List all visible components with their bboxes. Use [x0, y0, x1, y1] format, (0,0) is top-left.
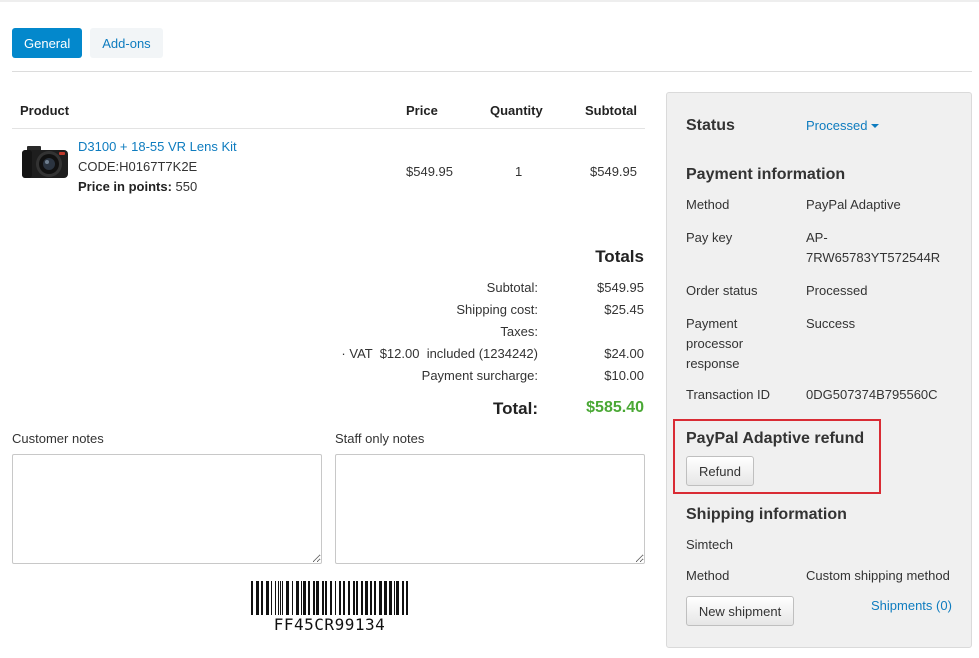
product-name-link[interactable]: D3100 + 18-55 VR Lens Kit — [78, 139, 237, 154]
subtotal-label: Subtotal: — [486, 280, 538, 295]
staff-notes-textarea[interactable] — [335, 454, 645, 564]
shipping-company: Simtech — [686, 537, 733, 552]
processor-response-label: Payment processor response — [686, 314, 743, 374]
vat-label: · VAT $12.00 included (1234242) — [341, 346, 538, 361]
payment-method-value: PayPal Adaptive — [806, 197, 901, 212]
shipping-method-label: Method — [686, 568, 730, 583]
column-header-price: Price — [406, 103, 438, 118]
product-subtotal: $549.95 — [590, 164, 637, 179]
refund-button[interactable]: Refund — [686, 456, 754, 486]
customer-notes-label: Customer notes — [12, 431, 104, 446]
column-header-product: Product — [20, 103, 70, 118]
points-label: Price in points: — [78, 179, 172, 194]
status-dropdown-value: Processed — [806, 118, 868, 133]
pay-key-line-1: AP- — [806, 230, 828, 245]
tab-general[interactable]: General — [12, 28, 83, 58]
product-price: $549.95 — [406, 164, 453, 179]
processor-response-label-line-1: Payment — [686, 316, 738, 331]
payment-surcharge-label: Payment surcharge: — [421, 368, 538, 383]
points-value: 550 — [175, 179, 198, 194]
order-status-value: Processed — [806, 283, 868, 298]
shipments-link[interactable]: Shipments (0) — [871, 598, 952, 613]
payment-surcharge-value: $10.00 — [604, 368, 644, 383]
pay-key-line-2: 7RW65783YT572544R — [806, 250, 941, 265]
barcode-text: FF45CR99134 — [273, 615, 386, 634]
caret-down-icon — [871, 123, 880, 128]
transaction-id-value: 0DG507374B795560C — [806, 387, 938, 402]
payment-method-label: Method — [686, 197, 730, 212]
processor-response-value: Success — [806, 316, 856, 331]
barcode-icon — [251, 581, 408, 615]
column-header-subtotal: Subtotal — [585, 103, 637, 118]
transaction-id-label: Transaction ID — [686, 387, 771, 402]
tab-addons[interactable]: Add-ons — [90, 28, 163, 58]
processor-response-label-line-3: response — [686, 356, 740, 371]
shipping-method-value: Custom shipping method — [806, 568, 950, 583]
product-points: Price in points: 550 — [78, 179, 197, 194]
tabs-divider — [12, 71, 972, 72]
product-code: CODE:H0167T7K2E — [78, 159, 198, 174]
status-heading: Status — [686, 117, 735, 134]
payment-info-heading: Payment information — [686, 166, 846, 183]
total-value: $585.40 — [586, 399, 644, 416]
refund-heading: PayPal Adaptive refund — [686, 430, 865, 447]
shipping-cost-value: $25.45 — [604, 302, 644, 317]
vat-value: $24.00 — [604, 346, 644, 361]
pay-key-label: Pay key — [686, 230, 733, 245]
top-border — [0, 0, 979, 2]
subtotal-value: $549.95 — [597, 280, 644, 295]
customer-notes-textarea[interactable] — [12, 454, 322, 564]
tab-bar: General Add-ons — [12, 28, 163, 58]
shipping-cost-label: Shipping cost: — [456, 302, 538, 317]
pay-key-value: AP- 7RW65783YT572544R — [806, 228, 940, 268]
shipping-info-heading: Shipping information — [686, 506, 847, 523]
column-header-quantity: Quantity — [490, 103, 543, 118]
status-dropdown[interactable]: Processed — [806, 118, 880, 133]
totals-heading: Totals — [595, 247, 644, 266]
new-shipment-button[interactable]: New shipment — [686, 596, 794, 626]
taxes-label: Taxes: — [500, 324, 538, 339]
total-label: Total: — [492, 399, 538, 418]
table-header-divider — [12, 128, 645, 129]
staff-notes-label: Staff only notes — [335, 431, 425, 446]
processor-response-label-line-2: processor — [686, 336, 744, 351]
product-quantity: 1 — [515, 164, 523, 179]
camera-icon[interactable] — [21, 142, 69, 180]
order-status-label: Order status — [686, 283, 758, 298]
